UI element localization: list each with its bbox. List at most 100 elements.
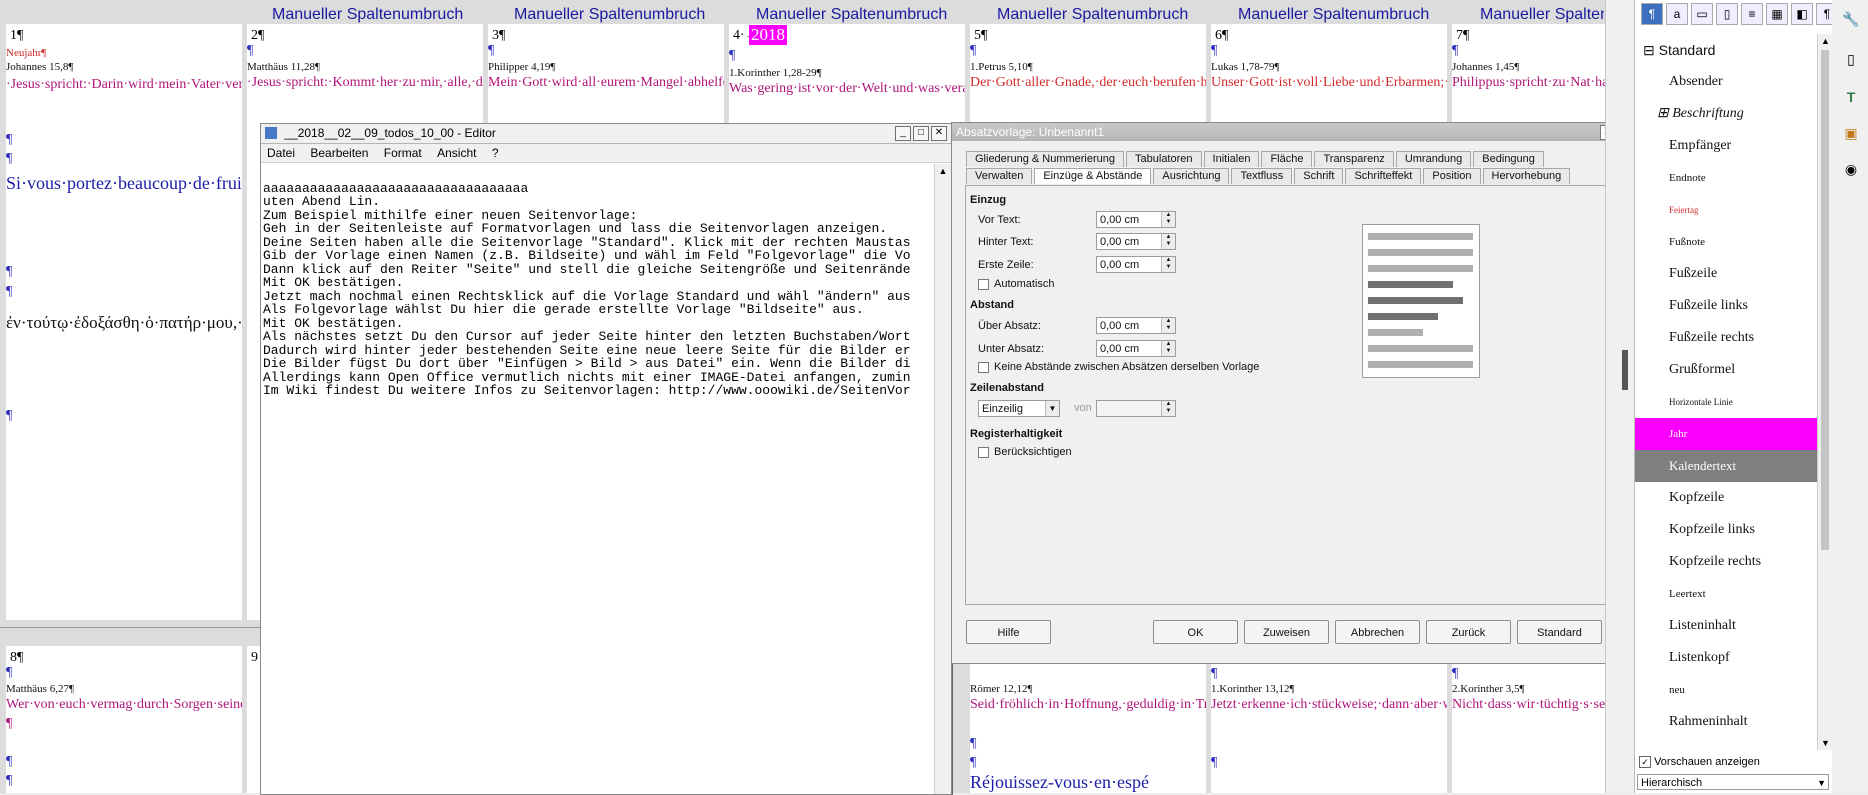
style-item[interactable]: Empfänger [1635,130,1817,162]
calendar-page-7[interactable]: 7¶ ¶ Johannes 1,45¶ Philippus·spricht·zu… [1452,24,1605,124]
tab-verwalten[interactable]: Verwalten [966,168,1033,184]
dialog-titlebar[interactable]: Absatzvorlage: Unbenannt1 ✕ [952,123,1618,141]
tab-bedingung[interactable]: Bedingung [1473,151,1544,167]
spin-arrows-icon[interactable]: ▲ ▼ [1161,401,1175,416]
tab-umrandung[interactable]: Umrandung [1395,151,1472,167]
zurueck-button[interactable]: Zurück [1426,620,1511,644]
tab-position[interactable]: Position [1423,168,1481,184]
fill-format-icon[interactable]: ◧ [1791,3,1813,25]
beruecksichtigen-checkbox[interactable] [978,447,989,458]
scroll-up-icon[interactable]: ▲ [1818,34,1833,48]
page-icon[interactable]: ▯ [1842,50,1860,68]
unter-absatz-spinner[interactable]: 0,00 cm ▲ ▼ [1096,340,1176,357]
scroll-down-icon[interactable]: ▼ [1818,736,1833,750]
calendar-page-14[interactable]: ¶ 2.Korinther 3,5¶ Nicht·dass·wir·tüchti… [1452,664,1605,793]
style-item[interactable]: Fußzeile rechts [1635,322,1817,354]
spin-arrows-icon[interactable]: ▲ ▼ [1161,318,1175,333]
standard-button[interactable]: Standard [1517,620,1602,644]
spin-arrows-icon[interactable]: ▲ ▼ [1161,341,1175,356]
paragraph-styles-icon[interactable]: ¶ [1641,3,1663,25]
frame-styles-icon[interactable]: ▭ [1691,3,1713,25]
dropdown-arrow-icon[interactable]: ▼ [1817,775,1826,791]
vor-text-spinner[interactable]: 0,00 cm ▲ ▼ [1096,211,1176,228]
minimize-icon[interactable]: _ [895,126,911,141]
calendar-page-4[interactable]: 4·→ 2018 ¶ 1.Korinther 1,28-29¶ Was·geri… [729,24,965,124]
calendar-page-3[interactable]: 3¶ ¶ Philipper 4,19¶ Mein·Gott·wird·all·… [488,24,724,124]
style-item[interactable]: Feiertag [1635,194,1817,226]
notepad-text-area[interactable]: aaaaaaaaaaaaaaaaaaaaaaaaaaaaaaaaaa uten A… [261,164,934,794]
style-item[interactable]: Listeninhalt [1635,610,1817,642]
calendar-page-5[interactable]: 5¶ ¶ 1.Petrus 5,10¶ Der·Gott·aller·Gnade… [970,24,1206,124]
menu-ansicht[interactable]: Ansicht [431,146,482,160]
style-item[interactable]: Kopfzeile links [1635,514,1817,546]
tab-textfluss[interactable]: Textfluss [1231,168,1293,184]
notepad-window[interactable]: __2018__02__09_todos_10_00 - Editor _ □ … [260,123,952,795]
paragraph-style-dialog[interactable]: Absatzvorlage: Unbenannt1 ✕ Gliederung &… [951,122,1619,664]
dropdown-arrow-icon[interactable]: ▼ [1045,401,1059,416]
character-styles-icon[interactable]: a [1666,3,1688,25]
gallery-icon[interactable]: ▣ [1842,124,1860,142]
spin-arrows-icon[interactable]: ▲ ▼ [1161,257,1175,272]
hinter-text-spinner[interactable]: 0,00 cm ▲ ▼ [1096,233,1176,250]
tab-ausrichtung[interactable]: Ausrichtung [1153,168,1230,184]
tab-tabulatoren[interactable]: Tabulatoren [1126,151,1202,167]
close-icon[interactable]: ✕ [931,126,947,141]
calendar-page-12[interactable]: Römer 12,12¶ Seid·fröhlich·in·Hoffnung,·… [970,664,1206,793]
style-item[interactable]: Listenkopf [1635,642,1817,674]
zuweisen-button[interactable]: Zuweisen [1244,620,1329,644]
maximize-icon[interactable]: □ [913,126,929,141]
spin-arrows-icon[interactable]: ▲ ▼ [1161,234,1175,249]
spin-arrows-icon[interactable]: ▲ ▼ [1161,212,1175,227]
zeilenabstand-select[interactable]: Einzeilig ▼ [978,400,1060,417]
calendar-page-13[interactable]: ¶ 1.Korinther 13,12¶ Jetzt·erkenne·ich·s… [1211,664,1447,793]
tab-flaeche[interactable]: Fläche [1261,151,1313,167]
style-item-jahr[interactable]: Jahr [1635,418,1817,450]
tools-icon[interactable]: 🔧 [1842,10,1860,28]
list-styles-icon[interactable]: ≡ [1741,3,1763,25]
scroll-thumb[interactable] [1821,50,1829,550]
calendar-page-1[interactable]: 1¶ Neujahr¶ Johannes 15,8¶ ·Jesus·sprich… [6,24,242,620]
style-item[interactable]: Fußzeile links [1635,290,1817,322]
table-styles-icon[interactable]: ▦ [1766,3,1788,25]
tab-gliederung[interactable]: Gliederung & Nummerierung [966,151,1125,167]
vorschau-checkbox[interactable]: ✓ [1639,756,1651,769]
sidebar-collapse-handle[interactable] [1622,350,1628,390]
von-spinner[interactable]: ▲ ▼ [1096,400,1176,417]
erste-zeile-spinner[interactable]: 0,00 cm ▲ ▼ [1096,256,1176,273]
menu-datei[interactable]: Datei [261,146,301,160]
tab-einzuege-abstaende[interactable]: Einzüge & Abstände [1034,168,1152,184]
style-item[interactable]: neu [1635,674,1817,706]
style-item[interactable]: Kopfzeile [1635,482,1817,514]
tab-schrift[interactable]: Schrift [1294,168,1344,184]
calendar-page-6[interactable]: 6¶ ¶ Lukas 1,78-79¶ Unser·Gott·ist·voll·… [1211,24,1447,124]
automatisch-checkbox[interactable] [978,279,989,290]
tab-initialen[interactable]: Initialen [1203,151,1260,167]
calendar-page-9[interactable]: 9 [247,646,260,793]
notepad-vertical-scrollbar[interactable]: ▲ [934,164,951,794]
menu-format[interactable]: Format [378,146,428,160]
style-item[interactable]: Grußformel [1635,354,1817,386]
tab-hervorhebung[interactable]: Hervorhebung [1482,168,1571,184]
style-item[interactable]: Rahmeninhalt [1635,706,1817,738]
ueber-absatz-spinner[interactable]: 0,00 cm ▲ ▼ [1096,317,1176,334]
navigator-icon[interactable]: ◉ [1842,160,1860,178]
styles-deck-icon[interactable]: T [1842,88,1860,106]
styles-list[interactable]: ⊟ Standard Absender ⊞ Beschriftung Empfä… [1635,34,1817,750]
style-item[interactable]: ⊞ Beschriftung [1635,98,1817,130]
tab-transparenz[interactable]: Transparenz [1314,151,1394,167]
hilfe-button[interactable]: Hilfe [966,620,1051,644]
style-item[interactable]: Leertext [1635,578,1817,610]
tab-schrifteffekt[interactable]: Schrifteffekt [1345,168,1422,184]
menu-help[interactable]: ? [486,146,505,160]
style-item[interactable]: Fußzeile [1635,258,1817,290]
notepad-titlebar[interactable]: __2018__02__09_todos_10_00 - Editor _ □ … [261,124,951,144]
abbrechen-button[interactable]: Abbrechen [1335,620,1420,644]
style-tree-root[interactable]: ⊟ Standard [1635,34,1817,66]
style-filter-select[interactable]: Hierarchisch ▼ [1637,774,1829,790]
calendar-page-8[interactable]: 8¶ ¶ Matthäus 6,27¶ Wer·von·euch·vermag·… [6,646,242,793]
style-item-kalendertext[interactable]: Kalendertext [1635,450,1817,482]
style-item[interactable]: Endnote [1635,162,1817,194]
keine-abstaende-checkbox[interactable] [978,362,989,373]
menu-bearbeiten[interactable]: Bearbeiten [304,146,374,160]
style-item[interactable]: Kopfzeile rechts [1635,546,1817,578]
